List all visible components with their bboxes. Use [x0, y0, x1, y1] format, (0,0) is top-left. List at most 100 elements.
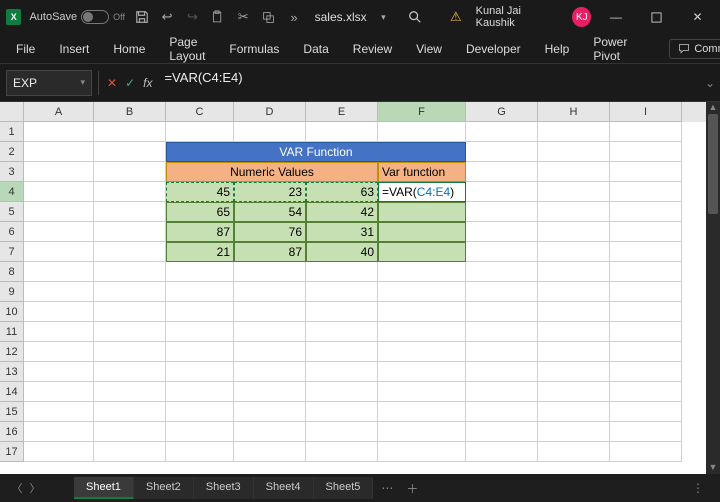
cell[interactable]	[94, 302, 166, 322]
cell[interactable]	[166, 122, 234, 142]
cell[interactable]	[24, 222, 94, 242]
scroll-thumb[interactable]	[708, 114, 718, 214]
cell[interactable]	[466, 402, 538, 422]
cell[interactable]	[306, 402, 378, 422]
grid-body[interactable]: 12VAR Function3Numeric ValuesVar functio…	[0, 122, 720, 474]
cell[interactable]: 63	[306, 182, 378, 202]
cell[interactable]	[24, 242, 94, 262]
cell[interactable]	[610, 342, 682, 362]
undo-icon[interactable]: ↩	[158, 8, 175, 26]
cell[interactable]	[610, 162, 682, 182]
cell[interactable]	[538, 122, 610, 142]
cell[interactable]	[378, 442, 466, 462]
column-header[interactable]: B	[94, 102, 166, 122]
fx-icon[interactable]: fx	[143, 76, 152, 90]
cell[interactable]	[610, 222, 682, 242]
cell[interactable]	[610, 202, 682, 222]
cell[interactable]	[466, 282, 538, 302]
sheet-tab[interactable]: Sheet1	[74, 477, 134, 499]
cell[interactable]: 21	[166, 242, 234, 262]
autosave-toggle[interactable]: AutoSave Off	[29, 10, 125, 24]
warning-icon[interactable]: ⚠	[450, 9, 462, 25]
cell[interactable]	[610, 262, 682, 282]
row-header[interactable]: 12	[0, 342, 24, 362]
row-header[interactable]: 3	[0, 162, 24, 182]
cell[interactable]	[466, 162, 538, 182]
cell[interactable]	[94, 262, 166, 282]
cell[interactable]	[306, 362, 378, 382]
editing-cell[interactable]: =VAR(C4:E4)	[378, 182, 466, 202]
qat-more-icon[interactable]: »	[285, 8, 302, 26]
cell[interactable]	[234, 382, 306, 402]
cell[interactable]	[538, 422, 610, 442]
cell[interactable]	[538, 222, 610, 242]
sheet-nav-next[interactable]: 〉	[26, 480, 44, 496]
cell[interactable]	[234, 122, 306, 142]
ribbon-tab[interactable]: Power Pivot	[591, 31, 629, 67]
cell[interactable]	[234, 422, 306, 442]
cell[interactable]	[538, 162, 610, 182]
row-header[interactable]: 17	[0, 442, 24, 462]
cell[interactable]	[94, 402, 166, 422]
cell[interactable]	[24, 442, 94, 462]
row-header[interactable]: 13	[0, 362, 24, 382]
ribbon-tab[interactable]: File	[14, 38, 37, 60]
row-header[interactable]: 16	[0, 422, 24, 442]
cell[interactable]	[610, 402, 682, 422]
cell[interactable]	[166, 302, 234, 322]
cell[interactable]	[94, 222, 166, 242]
cell[interactable]	[610, 362, 682, 382]
column-header[interactable]: C	[166, 102, 234, 122]
cell[interactable]	[538, 322, 610, 342]
cell[interactable]	[234, 282, 306, 302]
cell[interactable]	[234, 322, 306, 342]
clipboard-icon[interactable]	[209, 8, 226, 26]
cell[interactable]	[378, 122, 466, 142]
cell[interactable]	[24, 122, 94, 142]
select-all-corner[interactable]	[0, 102, 24, 122]
ribbon-tab[interactable]: Page Layout	[167, 31, 207, 67]
column-header[interactable]: A	[24, 102, 94, 122]
cell[interactable]	[166, 262, 234, 282]
ribbon-tab[interactable]: Insert	[57, 38, 91, 60]
cell[interactable]	[234, 302, 306, 322]
cell[interactable]	[94, 342, 166, 362]
table-title[interactable]: VAR Function	[166, 142, 466, 162]
enter-formula-icon[interactable]: ✓	[125, 76, 135, 90]
cell[interactable]	[610, 322, 682, 342]
scroll-down-icon[interactable]: ▼	[706, 462, 720, 474]
row-header[interactable]: 2	[0, 142, 24, 162]
cell[interactable]	[378, 202, 466, 222]
ribbon-tab[interactable]: Data	[301, 38, 330, 60]
cell[interactable]	[166, 362, 234, 382]
cell[interactable]	[610, 382, 682, 402]
cell[interactable]	[166, 282, 234, 302]
cell[interactable]	[24, 382, 94, 402]
cell[interactable]	[166, 342, 234, 362]
cell[interactable]	[306, 442, 378, 462]
cell[interactable]	[24, 162, 94, 182]
ribbon-tab[interactable]: Help	[543, 38, 572, 60]
cell[interactable]	[24, 182, 94, 202]
ribbon-tab[interactable]: Home	[111, 38, 147, 60]
cell[interactable]	[306, 302, 378, 322]
name-box[interactable]: EXP ▾	[6, 70, 92, 96]
ribbon-tab[interactable]: View	[414, 38, 444, 60]
cell[interactable]	[378, 242, 466, 262]
cell[interactable]	[378, 342, 466, 362]
cell[interactable]	[24, 322, 94, 342]
copy-icon[interactable]	[260, 8, 277, 26]
cell[interactable]: 87	[234, 242, 306, 262]
sheet-more-icon[interactable]: ⋯	[373, 481, 401, 495]
cell[interactable]	[234, 442, 306, 462]
cell[interactable]: 42	[306, 202, 378, 222]
filename-dropdown-icon[interactable]: ▾	[375, 8, 392, 26]
cell[interactable]	[94, 182, 166, 202]
cell[interactable]	[610, 422, 682, 442]
cell[interactable]: 76	[234, 222, 306, 242]
save-icon[interactable]	[133, 8, 150, 26]
cell[interactable]: 31	[306, 222, 378, 242]
cell[interactable]	[234, 362, 306, 382]
cell[interactable]	[306, 342, 378, 362]
row-header[interactable]: 10	[0, 302, 24, 322]
